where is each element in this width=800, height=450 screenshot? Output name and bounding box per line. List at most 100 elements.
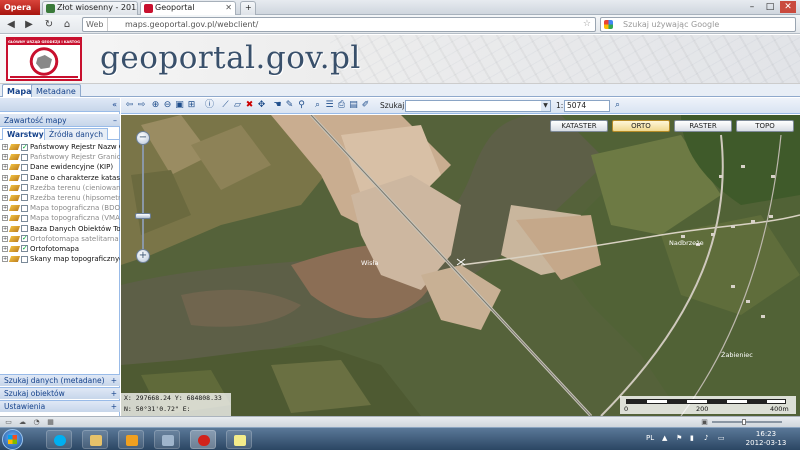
topo-button[interactable]: TOPO <box>736 120 794 132</box>
google-search-input[interactable]: Szukaj używając Google <box>600 17 796 32</box>
tray-expand-icon[interactable]: ▲ <box>662 434 667 442</box>
layer-row[interactable]: + Mapa topograficzna (BDO) <box>0 203 120 213</box>
browser-tab-geoportal[interactable]: Geoportal ✕ <box>140 1 236 15</box>
tab-zrodla-danych[interactable]: Źródła danych <box>44 128 108 140</box>
save-icon[interactable]: ▤ <box>348 100 359 111</box>
print-icon[interactable]: ⎙ <box>336 100 347 111</box>
turbo-icon[interactable]: ◔ <box>32 418 41 426</box>
orto-button[interactable]: ORTO <box>612 120 670 132</box>
layer-checkbox[interactable]: ✓ <box>21 143 28 151</box>
expand-icon[interactable]: + <box>111 388 117 400</box>
close-window-icon[interactable]: ✕ <box>780 1 796 13</box>
expand-icon[interactable]: + <box>111 375 117 387</box>
images-icon[interactable]: ▦ <box>46 418 55 426</box>
expand-node-icon[interactable]: + <box>2 184 8 191</box>
next-extent-icon[interactable]: ⇨ <box>136 100 147 111</box>
reload-icon[interactable]: ↻ <box>42 18 56 31</box>
expand-node-icon[interactable]: + <box>2 215 8 222</box>
layer-checkbox[interactable] <box>21 225 28 232</box>
scale-input[interactable]: 5074 <box>564 100 610 112</box>
browser-zoom-handle[interactable] <box>742 419 746 425</box>
zoom-out-control-icon[interactable]: − <box>136 131 150 145</box>
search-metadata-panel[interactable]: Szukaj danych (metadane) + <box>0 374 120 386</box>
taskbar-calculator[interactable] <box>154 430 180 449</box>
layer-checkbox[interactable]: ✓ <box>21 245 28 253</box>
collapse-panel-icon[interactable]: « <box>112 98 117 111</box>
raster-button[interactable]: RASTER <box>674 120 732 132</box>
search-map-icon[interactable]: ⌕ <box>312 100 323 111</box>
zoom-slider-track[interactable] <box>712 421 782 423</box>
language-indicator[interactable]: PL <box>646 434 654 442</box>
opera-menu-button[interactable]: Opera <box>0 0 40 15</box>
zoom-out-icon[interactable]: ⊖ <box>162 100 173 111</box>
bookmark-star-icon[interactable]: ☆ <box>583 18 591 31</box>
zoom-in-control-icon[interactable]: + <box>136 249 150 263</box>
cloud-icon[interactable]: ☁ <box>18 418 27 426</box>
layer-row[interactable]: + Dane ewidencyjne (KIP) <box>0 162 120 172</box>
volume-icon[interactable]: ♪ <box>704 434 708 442</box>
expand-icon[interactable]: + <box>111 401 117 413</box>
new-tab-button[interactable]: + <box>240 1 256 15</box>
layer-row[interactable]: + Dane o charakterze katastralnym <box>0 173 120 183</box>
layer-checkbox[interactable] <box>21 184 28 192</box>
search-geo-objects-panel[interactable]: Szukaj obiektów geograficznych + <box>0 387 120 410</box>
tab-warstwy[interactable]: Warstwy <box>2 128 49 140</box>
browser-tab-zlot[interactable]: Złot wiosenny - 2012r. ... <box>42 1 138 15</box>
maximize-window-icon[interactable]: □ <box>762 1 778 13</box>
layer-checkbox[interactable] <box>21 255 28 263</box>
layer-checkbox[interactable] <box>21 163 28 171</box>
clear-measure-icon[interactable]: ✖ <box>244 100 255 111</box>
taskbar-explorer[interactable] <box>82 430 108 449</box>
minimize-section-icon[interactable]: – <box>113 114 117 127</box>
scale-go-icon[interactable]: ⌕ <box>612 100 623 111</box>
home-icon[interactable]: ⌂ <box>60 18 74 31</box>
expand-node-icon[interactable]: + <box>2 235 8 242</box>
measure-area-icon[interactable]: ▱ <box>232 100 243 111</box>
taskbar-opera[interactable] <box>190 430 216 449</box>
layer-checkbox[interactable]: ✓ <box>21 235 28 243</box>
layers-icon[interactable]: ☰ <box>324 100 335 111</box>
search-input[interactable]: ▼ <box>405 100 551 112</box>
measure-distance-icon[interactable]: ⟋ <box>220 100 231 111</box>
link-icon[interactable]: ⚲ <box>296 100 307 111</box>
prev-extent-icon[interactable]: ⇦ <box>124 100 135 111</box>
expand-node-icon[interactable]: + <box>2 205 8 212</box>
map-content-header[interactable]: Zawartość mapy – <box>0 114 120 127</box>
layer-row[interactable]: + Mapa topograficzna (VMAPL2) <box>0 213 120 223</box>
zoom-track[interactable] <box>142 141 144 253</box>
settings-panel[interactable]: Ustawienia + <box>0 400 120 412</box>
layer-row[interactable]: + Skany map topograficznych <box>0 254 120 264</box>
power-icon[interactable]: ▭ <box>718 434 725 442</box>
expand-node-icon[interactable]: + <box>2 194 8 201</box>
zoom-in-icon[interactable]: ⊕ <box>150 100 161 111</box>
tab-metadane[interactable]: Metadane <box>31 84 81 97</box>
panel-toggle-icon[interactable]: ▭ <box>4 418 13 426</box>
zoom-slider[interactable]: − + <box>135 131 151 263</box>
map-view[interactable]: Wisła Nadbrzeże Żabieniec KATASTER ORTO … <box>121 115 800 416</box>
layer-row[interactable]: + Państwowy Rejestr Granic <box>0 152 120 162</box>
view-icon[interactable]: ▣ <box>700 418 709 426</box>
expand-node-icon[interactable]: + <box>2 154 8 161</box>
taskbar-skype[interactable] <box>46 430 72 449</box>
taskbar-notes[interactable] <box>226 430 252 449</box>
pan-icon[interactable]: ✥ <box>256 100 267 111</box>
expand-node-icon[interactable]: + <box>2 225 8 232</box>
layer-checkbox[interactable] <box>21 214 28 222</box>
close-tab-icon[interactable]: ✕ <box>225 2 232 14</box>
info-icon[interactable]: ⓘ <box>204 100 215 111</box>
kataster-button[interactable]: KATASTER <box>550 120 608 132</box>
expand-node-icon[interactable]: + <box>2 256 8 263</box>
gugik-logo[interactable]: GŁÓWNY URZĄD GEODEZJI I KARTOGRAFII <box>6 37 82 81</box>
network-icon[interactable]: ▮ <box>690 434 694 442</box>
clock[interactable]: 16:23 2012-03-13 <box>744 430 788 448</box>
layer-row[interactable]: + ✓ Ortofotomapa <box>0 244 120 254</box>
chevron-down-icon[interactable]: ▼ <box>541 101 550 111</box>
minimize-window-icon[interactable]: – <box>744 1 760 13</box>
hand-icon[interactable]: ☚ <box>272 100 283 111</box>
expand-node-icon[interactable]: + <box>2 164 8 171</box>
zoom-box-icon[interactable]: ▣ <box>174 100 185 111</box>
layer-checkbox[interactable] <box>21 174 28 182</box>
layer-checkbox[interactable] <box>21 204 28 212</box>
layer-row[interactable]: + Rzeźba terenu (cieniowana) <box>0 183 120 193</box>
url-input[interactable]: Web maps.geoportal.gov.pl/webclient/ ☆ <box>82 17 596 32</box>
